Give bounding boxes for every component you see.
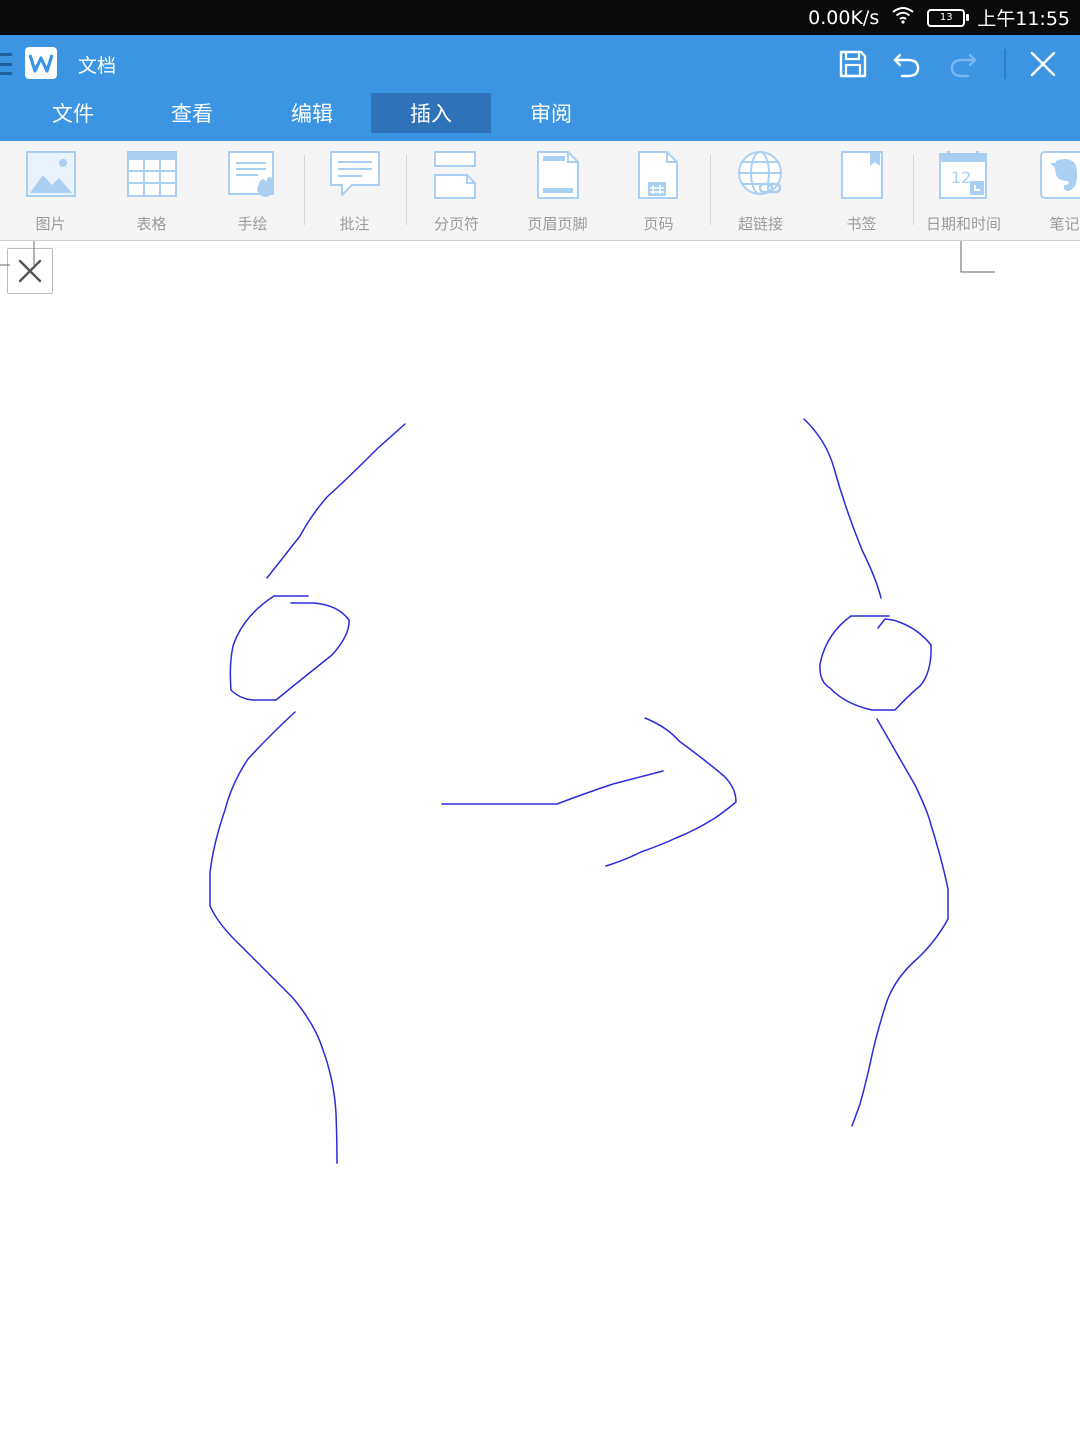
ribbon-label: 页码 <box>643 215 674 233</box>
page-number-icon <box>638 151 678 199</box>
insert-comment-button[interactable]: 批注 <box>304 151 405 236</box>
header-footer-icon <box>537 151 579 199</box>
insert-date-time-button[interactable]: 12 日期和时间 <box>913 151 1014 236</box>
insert-ribbon: 图片 表格 手绘 批注 分页符 页眉页脚 页码 超链接 书签 12 日期和时间 <box>0 141 1080 241</box>
tab-view[interactable]: 查看 <box>132 93 252 133</box>
ink-stroke <box>803 418 882 599</box>
picture-icon <box>26 151 76 197</box>
close-icon[interactable] <box>1026 47 1060 81</box>
ribbon-label: 图片 <box>35 215 66 233</box>
page-break-icon <box>434 151 476 199</box>
hyperlink-icon <box>738 151 782 195</box>
comment-icon <box>330 151 380 196</box>
tab-edit[interactable]: 编辑 <box>252 93 372 133</box>
ribbon-label: 书签 <box>846 215 877 233</box>
menu-drawer-icon[interactable] <box>0 53 12 75</box>
ribbon-label: 日期和时间 <box>925 215 1001 233</box>
ribbon-label: 分页符 <box>433 215 479 233</box>
ribbon-label: 页眉页脚 <box>527 215 588 233</box>
wps-writer-icon <box>25 47 57 79</box>
ribbon-label: 表格 <box>136 215 167 233</box>
clock: 上午11:55 <box>977 8 1070 30</box>
title-bar: 文档 <box>0 35 1080 92</box>
insert-header-footer-button[interactable]: 页眉页脚 <box>507 151 608 236</box>
document-title: 文档 <box>78 55 117 77</box>
status-bar-right: 0.00K/s 13 上午11:55 <box>808 0 1070 35</box>
tab-review[interactable]: 审阅 <box>491 93 611 133</box>
insert-table-button[interactable]: 表格 <box>101 151 202 236</box>
ink-stroke <box>819 615 932 711</box>
ink-stroke <box>441 770 664 805</box>
tab-insert[interactable]: 插入 <box>371 93 491 133</box>
ribbon-label: 手绘 <box>237 215 268 233</box>
undo-icon[interactable] <box>890 47 924 81</box>
network-speed: 0.00K/s <box>808 6 880 29</box>
ink-stroke <box>209 711 338 1164</box>
wifi-icon <box>891 6 915 29</box>
ink-stroke <box>605 717 737 867</box>
insert-page-number-button[interactable]: 页码 <box>608 151 709 236</box>
evernote-icon <box>1040 151 1080 199</box>
status-bar: 0.00K/s 13 上午11:55 <box>0 0 1080 35</box>
save-icon[interactable] <box>836 47 870 81</box>
insert-note-button[interactable]: 笔记 <box>1014 151 1080 236</box>
insert-bookmark-button[interactable]: 书签 <box>811 151 912 236</box>
calendar-badge: 12 <box>951 168 972 187</box>
insert-page-break-button[interactable]: 分页符 <box>406 151 507 236</box>
redo-icon[interactable] <box>946 47 980 81</box>
handwriting-canvas[interactable] <box>0 241 1080 1440</box>
battery-icon: 13 <box>927 8 970 27</box>
insert-picture-button[interactable]: 图片 <box>0 151 101 236</box>
menu-bar: 文件 查看 编辑 插入 审阅 <box>0 92 1080 141</box>
bookmark-icon <box>841 151 883 199</box>
insert-handwriting-button[interactable]: 手绘 <box>202 151 303 236</box>
ribbon-label: 批注 <box>339 215 370 233</box>
table-icon <box>127 151 177 197</box>
ribbon-label: 笔记 <box>1049 215 1080 233</box>
battery-level: 13 <box>939 12 953 23</box>
toolbar-divider <box>1004 49 1006 79</box>
ribbon-label: 超链接 <box>737 215 783 233</box>
ink-stroke <box>851 718 949 1127</box>
insert-hyperlink-button[interactable]: 超链接 <box>710 151 811 236</box>
ink-stroke <box>266 423 406 579</box>
tab-file[interactable]: 文件 <box>13 93 133 133</box>
ink-stroke <box>229 595 350 701</box>
handwriting-icon <box>228 151 274 197</box>
